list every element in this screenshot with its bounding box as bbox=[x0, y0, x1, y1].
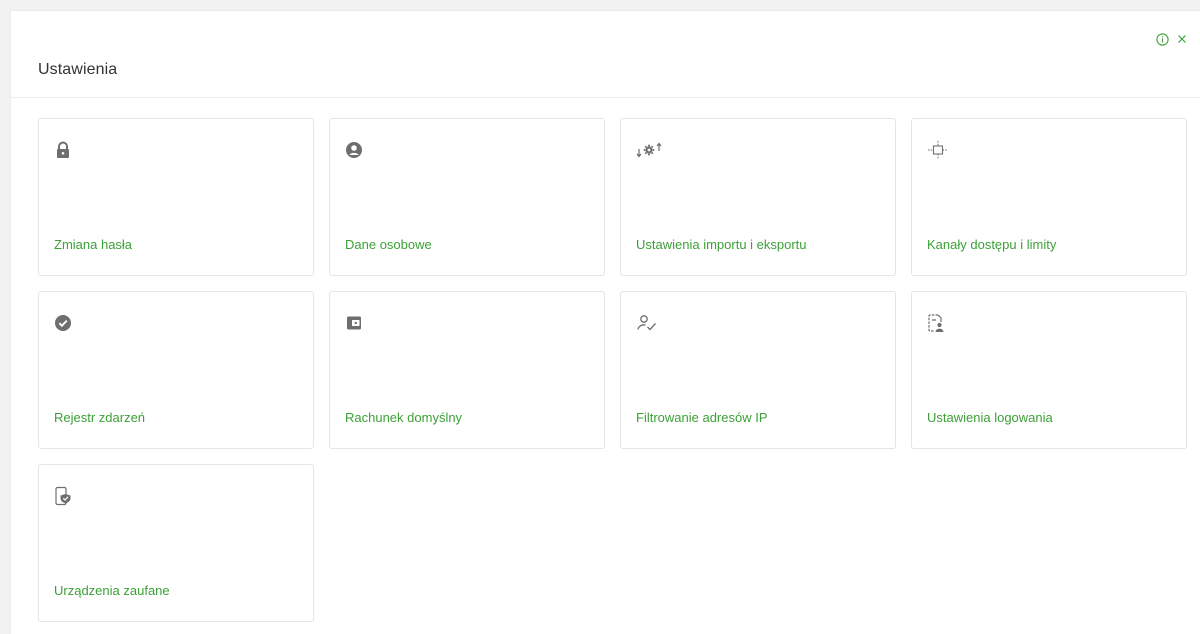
lock-icon bbox=[54, 141, 72, 159]
tile-change-password[interactable]: Zmiana hasła bbox=[38, 118, 314, 276]
access-channels-icon bbox=[927, 141, 949, 159]
user-circle-icon bbox=[345, 141, 363, 159]
user-check-icon bbox=[636, 314, 658, 332]
tile-label: Rachunek domyślny bbox=[345, 410, 463, 425]
login-settings-icon bbox=[927, 314, 945, 332]
tile-import-export-settings[interactable]: Ustawienia importu i eksportu bbox=[620, 118, 896, 276]
tile-default-account[interactable]: Rachunek domyślny bbox=[329, 291, 605, 449]
info-icon[interactable] bbox=[1155, 32, 1169, 46]
tile-event-log[interactable]: Rejestr zdarzeń bbox=[38, 291, 314, 449]
tile-label: Urządzenia zaufane bbox=[54, 583, 170, 598]
tile-label: Filtrowanie adresów IP bbox=[636, 410, 768, 425]
tile-label: Ustawienia importu i eksportu bbox=[636, 237, 807, 252]
tile-label: Rejestr zdarzeń bbox=[54, 410, 146, 425]
wallet-icon bbox=[345, 314, 363, 332]
tile-trusted-devices[interactable]: Urządzenia zaufane bbox=[38, 464, 314, 622]
settings-tiles-grid: Zmiana hasła Dane osobowe Ustawienia imp… bbox=[38, 118, 1187, 622]
panel-header: Ustawienia bbox=[11, 11, 1200, 98]
tile-label: Ustawienia logowania bbox=[927, 410, 1053, 425]
close-icon[interactable] bbox=[1175, 32, 1189, 46]
page-title: Ustawienia bbox=[38, 61, 118, 78]
tile-personal-data[interactable]: Dane osobowe bbox=[329, 118, 605, 276]
tile-label: Dane osobowe bbox=[345, 237, 432, 252]
tile-ip-filtering[interactable]: Filtrowanie adresów IP bbox=[620, 291, 896, 449]
header-actions bbox=[1155, 32, 1189, 46]
check-circle-icon bbox=[54, 314, 72, 332]
tile-access-channels-limits[interactable]: Kanały dostępu i limity bbox=[911, 118, 1187, 276]
settings-panel: Ustawienia Zmiana hasła Dane osobowe Ust… bbox=[10, 10, 1200, 634]
tile-login-settings[interactable]: Ustawienia logowania bbox=[911, 291, 1187, 449]
trusted-device-icon bbox=[54, 486, 72, 506]
import-export-gear-icon bbox=[636, 141, 662, 159]
tile-label: Kanały dostępu i limity bbox=[927, 237, 1057, 252]
tile-label: Zmiana hasła bbox=[54, 237, 133, 252]
